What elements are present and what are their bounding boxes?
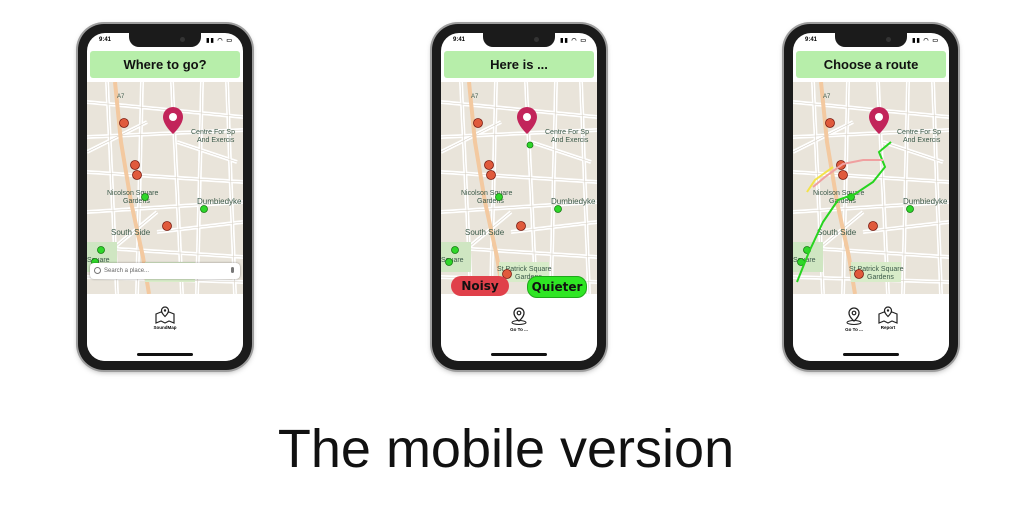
destination-pin-icon[interactable] bbox=[517, 107, 537, 134]
map-pin-icon bbox=[878, 306, 898, 324]
home-indicator bbox=[137, 353, 193, 356]
location-pin-icon bbox=[511, 307, 527, 325]
soundmap-button[interactable]: SoundMap bbox=[150, 306, 180, 330]
map-label: Centre For Sp bbox=[545, 129, 589, 136]
noisy-marker[interactable] bbox=[473, 118, 483, 128]
quiet-marker[interactable] bbox=[451, 246, 459, 254]
camera bbox=[534, 37, 539, 42]
quiet-marker[interactable] bbox=[97, 246, 105, 254]
noisy-marker[interactable] bbox=[130, 160, 140, 170]
screen-title: Here is ... bbox=[444, 51, 594, 78]
search-input[interactable]: Search a place... bbox=[90, 263, 240, 279]
quiet-marker[interactable] bbox=[445, 258, 453, 266]
search-placeholder: Search a place... bbox=[104, 268, 150, 274]
map-label: South Side bbox=[465, 228, 505, 237]
noisy-marker[interactable] bbox=[825, 118, 835, 128]
notch bbox=[129, 33, 201, 47]
noisy-button[interactable]: Noisy bbox=[451, 276, 509, 296]
phone-screen: 9:41 ▮▮ ◠ ▭ Here is ... Centre For Sp And… bbox=[441, 33, 597, 361]
quieter-button[interactable]: Quieter bbox=[527, 276, 587, 298]
quiet-marker[interactable] bbox=[526, 141, 534, 149]
destination-pin-icon[interactable] bbox=[163, 107, 183, 134]
a7-road bbox=[819, 82, 857, 294]
home-indicator bbox=[843, 353, 899, 356]
report-button[interactable]: Report bbox=[873, 306, 903, 330]
status-time: 9:41 bbox=[805, 37, 818, 43]
nav-label: Report bbox=[880, 325, 896, 330]
bottom-nav: SoundMap bbox=[87, 294, 243, 361]
map-label: Gardens bbox=[867, 274, 894, 281]
map-label: Centre For Sp bbox=[191, 129, 235, 136]
nav-label: SoundMap bbox=[153, 325, 177, 330]
quiet-marker[interactable] bbox=[200, 205, 208, 213]
map-label: Dumbiedyke bbox=[551, 197, 596, 206]
signal-icon: ▮▮ ◠ ▭ bbox=[560, 38, 587, 44]
camera bbox=[180, 37, 185, 42]
signal-icon: ▮▮ ◠ ▭ bbox=[912, 38, 939, 44]
microphone-icon[interactable] bbox=[231, 267, 234, 273]
map-label: A7 bbox=[471, 94, 479, 100]
map-label: South Side bbox=[817, 228, 857, 237]
noisy-marker[interactable] bbox=[854, 269, 864, 279]
screen-title: Choose a route bbox=[796, 51, 946, 78]
map-label: And Exercis bbox=[551, 137, 589, 144]
screen-title: Where to go? bbox=[90, 51, 240, 78]
phone-mockup-2: 9:41 ▮▮ ◠ ▭ Here is ... Centre For Sp And… bbox=[432, 24, 606, 370]
noisy-marker[interactable] bbox=[486, 170, 496, 180]
map-label: And Exercis bbox=[197, 137, 235, 144]
location-pin-icon bbox=[846, 307, 862, 325]
nav-label: Go To ... bbox=[845, 327, 863, 332]
phone-mockup-3: 9:41 ▮▮ ◠ ▭ Choose a route Centre For Sp… bbox=[784, 24, 958, 370]
noisy-marker[interactable] bbox=[162, 221, 172, 231]
noisy-marker[interactable] bbox=[516, 221, 526, 231]
bottom-nav: Go To ... bbox=[441, 294, 597, 361]
camera bbox=[886, 37, 891, 42]
noisy-marker[interactable] bbox=[838, 170, 848, 180]
map-label: Centre For Sp bbox=[897, 129, 941, 136]
bottom-nav: Go To ... Report bbox=[793, 294, 949, 361]
slide-caption: The mobile version bbox=[277, 419, 735, 479]
map-view[interactable]: Centre For Sp And Exercis Nicolson Square G… bbox=[793, 82, 949, 294]
noisy-marker[interactable] bbox=[868, 221, 878, 231]
go-to-button[interactable]: Go To ... bbox=[504, 306, 534, 332]
map-label: South Side bbox=[111, 228, 151, 237]
map-label: Nicolson Square bbox=[461, 190, 512, 197]
map-label: And Exercis bbox=[903, 137, 941, 144]
map-pin-icon bbox=[155, 306, 175, 324]
map-view[interactable]: Centre For Sp And Exercis Nicolson Square G… bbox=[441, 82, 597, 294]
signal-icon: ▮▮ ◠ ▭ bbox=[206, 38, 233, 44]
go-to-button[interactable]: Go To ... bbox=[839, 306, 869, 332]
map-label: Nicolson Square bbox=[107, 190, 158, 197]
map-label: Dumbiedyke bbox=[903, 197, 948, 206]
quiet-marker[interactable] bbox=[906, 205, 914, 213]
quiet-marker[interactable] bbox=[141, 193, 149, 201]
search-icon bbox=[94, 267, 101, 274]
status-time: 9:41 bbox=[99, 37, 112, 43]
noisy-marker[interactable] bbox=[132, 170, 142, 180]
noisy-marker[interactable] bbox=[119, 118, 129, 128]
map-label: A7 bbox=[823, 94, 831, 100]
quiet-marker[interactable] bbox=[554, 205, 562, 213]
notch bbox=[483, 33, 555, 47]
phone-screen: 9:41 ▮▮ ◠ ▭ Where to go? Centre For Sp An… bbox=[87, 33, 243, 361]
status-time: 9:41 bbox=[453, 37, 466, 43]
nav-label: Go To ... bbox=[510, 327, 528, 332]
home-indicator bbox=[491, 353, 547, 356]
notch bbox=[835, 33, 907, 47]
destination-pin-icon[interactable] bbox=[869, 107, 889, 134]
map-label: Dumbiedyke bbox=[197, 197, 242, 206]
phone-screen: 9:41 ▮▮ ◠ ▭ Choose a route Centre For Sp… bbox=[793, 33, 949, 361]
map-label: A7 bbox=[117, 94, 125, 100]
noisy-marker[interactable] bbox=[484, 160, 494, 170]
phone-mockup-1: 9:41 ▮▮ ◠ ▭ Where to go? Centre For Sp An… bbox=[78, 24, 252, 370]
a7-road bbox=[467, 82, 505, 294]
quiet-marker[interactable] bbox=[495, 193, 503, 201]
